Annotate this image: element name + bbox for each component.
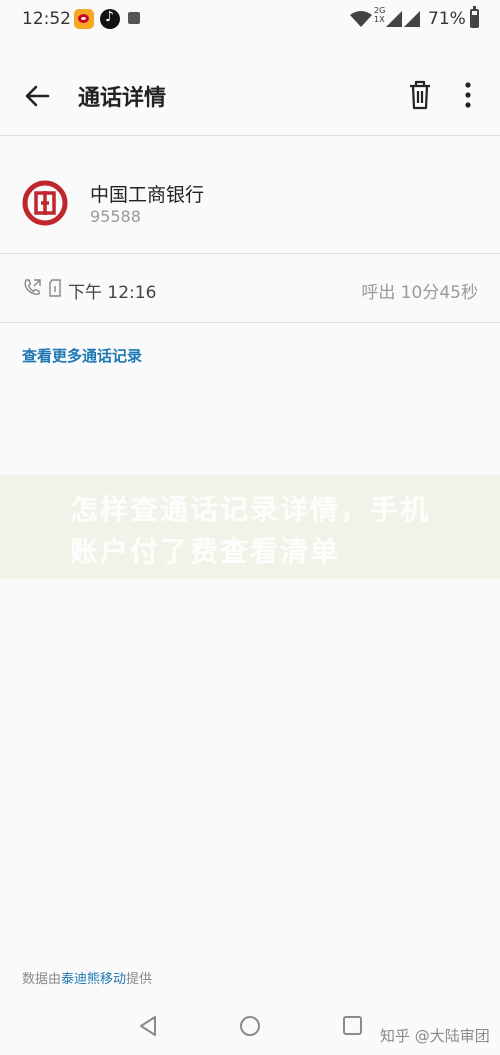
divider (0, 322, 500, 323)
contact-name: 中国工商银行 (90, 184, 205, 206)
back-arrow-icon[interactable] (20, 78, 56, 114)
nav-home-icon[interactable] (240, 1016, 260, 1036)
app-toolbar: 通话详情 (0, 60, 500, 130)
call-time: 下午 12:16 (68, 283, 157, 303)
page-title: 通话详情 (78, 86, 167, 111)
call-duration: 呼出 10分45秒 (361, 283, 478, 303)
watermark-banner: 怎样查通话记录详情，手机账户付了费查看清单 (0, 475, 500, 579)
signal-icon (386, 11, 402, 27)
icbc-logo (22, 180, 68, 226)
data-source-footer: 数据由泰迪熊移动提供 (22, 968, 152, 987)
tiktok-icon (100, 9, 120, 29)
zhihu-watermark: 知乎 @大陆审团 (380, 1027, 490, 1045)
contact-header: 中国工商银行 95588 (0, 155, 500, 253)
footer-provider-link[interactable]: 泰迪熊移动 (61, 972, 126, 987)
battery-percent: 71% (428, 9, 466, 29)
contact-number: 95588 (90, 207, 141, 226)
watermark-text: 怎样查通话记录详情，手机账户付了费查看清单 (70, 493, 431, 568)
nav-back-icon[interactable] (138, 1015, 158, 1037)
lock-icon (128, 12, 140, 24)
network-label: 2G (374, 6, 386, 15)
outgoing-call-icon (24, 279, 41, 295)
footer-suffix: 提供 (126, 972, 153, 987)
divider (0, 253, 500, 254)
divider (0, 135, 500, 136)
weibo-icon (74, 9, 94, 29)
call-record-row: 下午 12:16 呼出 10分45秒 (0, 262, 500, 317)
nav-recent-icon[interactable] (343, 1016, 362, 1035)
status-bar: 12:52 2G 1X 71% (0, 0, 500, 38)
sim-card-icon (49, 279, 61, 297)
network-sub-label: 1X (374, 15, 385, 24)
signal-icon-2 (404, 11, 420, 27)
status-time: 12:52 (22, 9, 71, 29)
wifi-icon (350, 11, 372, 27)
network-type: 2G 1X (374, 6, 385, 24)
more-call-history-link[interactable]: 查看更多通话记录 (22, 345, 142, 366)
trash-icon[interactable] (404, 78, 436, 112)
footer-prefix: 数据由 (22, 972, 62, 987)
battery-icon (470, 6, 479, 28)
more-vertical-icon[interactable] (458, 78, 478, 112)
system-nav-bar: 知乎 @大陆审团 (0, 1000, 500, 1055)
